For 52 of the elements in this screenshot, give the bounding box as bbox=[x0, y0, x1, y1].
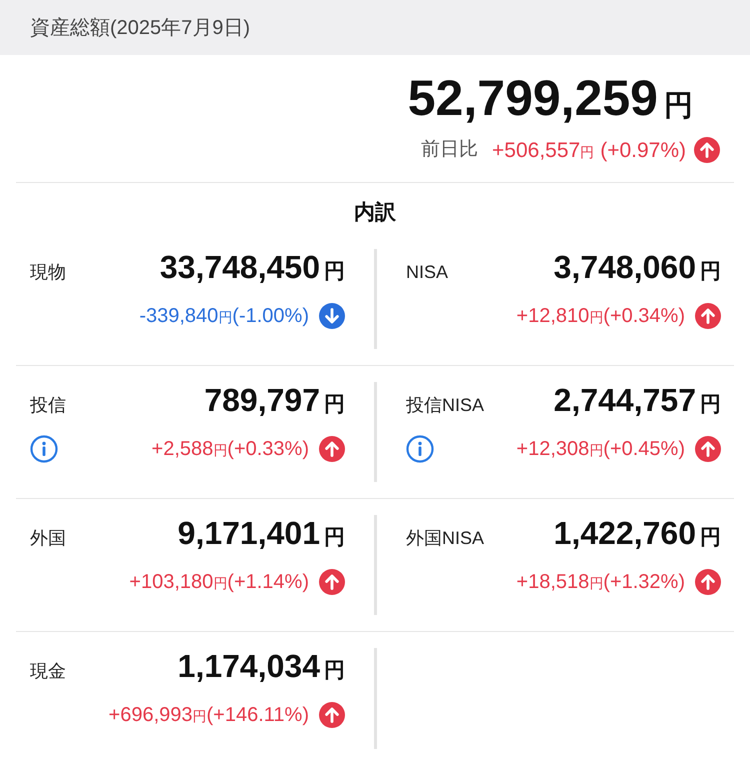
currency-unit: 円 bbox=[589, 308, 604, 327]
currency-unit: 円 bbox=[324, 658, 345, 684]
change-amount: +103,180 bbox=[129, 570, 214, 595]
currency-unit: 円 bbox=[324, 392, 345, 418]
currency-unit: 円 bbox=[218, 308, 232, 327]
currency-unit: 円 bbox=[324, 524, 345, 550]
info-icon[interactable] bbox=[406, 435, 434, 463]
currency-unit: 円 bbox=[589, 441, 604, 460]
section-title: 内訳 bbox=[354, 200, 396, 226]
change-amount: +18,518 bbox=[516, 570, 590, 595]
category-label: 現物 bbox=[30, 260, 66, 284]
change-percent: (+0.33%) bbox=[227, 437, 309, 462]
category-amount: 2,744,757 bbox=[554, 384, 696, 416]
change-amount: +2,588 bbox=[152, 437, 214, 462]
compare-label: 前日比 bbox=[421, 138, 478, 162]
currency-unit: 円 bbox=[213, 441, 228, 460]
category-label: NISA bbox=[406, 260, 448, 284]
change-percent: (+146.11%) bbox=[206, 703, 309, 728]
category-amount: 33,748,450 bbox=[160, 250, 320, 282]
change-percent: (+1.32%) bbox=[603, 570, 685, 595]
change-amount: -339,840 bbox=[139, 304, 218, 329]
currency-unit: 円 bbox=[213, 574, 228, 593]
category-amount: 1,174,034 bbox=[178, 650, 320, 682]
currency-unit: 円 bbox=[580, 142, 594, 162]
info-icon[interactable] bbox=[30, 435, 58, 463]
currency-unit: 円 bbox=[664, 89, 693, 124]
category-amount: 1,422,760 bbox=[554, 516, 696, 548]
change-percent: (+0.97%) bbox=[600, 138, 686, 164]
currency-unit: 円 bbox=[324, 258, 345, 284]
change-percent: (-1.00%) bbox=[232, 304, 309, 329]
currency-unit: 円 bbox=[589, 574, 604, 593]
currency-unit: 円 bbox=[700, 258, 721, 284]
change-percent: (+0.34%) bbox=[603, 304, 685, 329]
category-amount: 3,748,060 bbox=[554, 250, 696, 282]
category-amount: 9,171,401 bbox=[178, 516, 320, 548]
category-label: 外国NISA bbox=[406, 526, 484, 550]
currency-unit: 円 bbox=[192, 707, 207, 726]
category-amount: 789,797 bbox=[204, 384, 320, 416]
currency-unit: 円 bbox=[700, 524, 721, 550]
category-label: 投信 bbox=[30, 394, 66, 416]
category-label: 現金 bbox=[30, 660, 66, 682]
change-percent: (+0.45%) bbox=[603, 437, 685, 462]
total-amount: 52,799,259 bbox=[408, 73, 658, 123]
category-label: 投信NISA bbox=[406, 394, 484, 416]
category-label: 外国 bbox=[30, 526, 66, 550]
change-amount: +12,308 bbox=[516, 437, 590, 462]
change-amount: +696,993 bbox=[108, 703, 193, 728]
header-title: 資産総額(2025年7月9日) bbox=[30, 16, 250, 40]
change-percent: (+1.14%) bbox=[227, 570, 309, 595]
change-amount: +506,557 bbox=[492, 138, 580, 164]
currency-unit: 円 bbox=[700, 392, 721, 418]
change-amount: +12,810 bbox=[516, 304, 590, 329]
